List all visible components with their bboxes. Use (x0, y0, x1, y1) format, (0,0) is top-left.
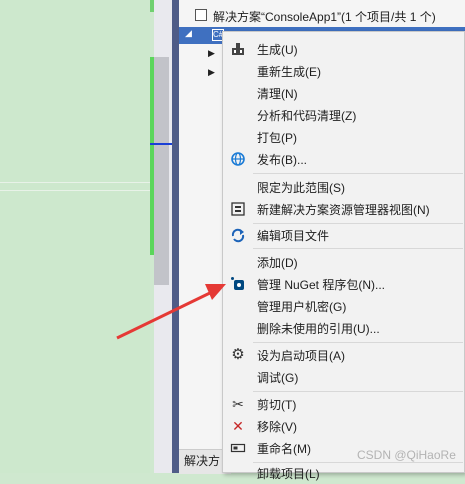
menu-item-edit-project[interactable]: 编辑项目文件 (223, 224, 465, 246)
menu-item-build[interactable]: 生成(U) (223, 38, 465, 60)
menu-item-user-secrets[interactable]: 管理用户机密(G) (223, 295, 465, 317)
menu-separator (253, 342, 463, 343)
pane-splitter[interactable] (172, 0, 179, 473)
menu-item-remove-unused-refs[interactable]: 删除未使用的引用(U)... (223, 317, 465, 339)
context-menu: 生成(U) 重新生成(E) 清理(N) 分析和代码清理(Z) 打包(P) 发布(… (222, 31, 465, 481)
menu-item-label: 剪切(T) (257, 398, 297, 412)
menu-item-label: 管理用户机密(G) (257, 300, 347, 314)
solution-label: 解决方案“ConsoleApp1”(1 个项目/共 1 个) (213, 10, 436, 24)
menu-separator (253, 248, 463, 249)
editor-line (0, 190, 150, 191)
watermark: CSDN @QiHaoRe (357, 448, 456, 462)
menu-item-label: 调试(G) (257, 371, 299, 385)
menu-item-manage-nuget[interactable]: 管理 NuGet 程序包(N)... (223, 273, 465, 295)
solution-explorer-tab-label: 解决方 (184, 454, 221, 468)
menu-item-label: 新建解决方案资源管理器视图(N) (257, 203, 430, 217)
menu-item-label: 卸载项目(L) (257, 467, 320, 481)
menu-item-cut[interactable]: ✂ 剪切(T) (223, 393, 465, 415)
menu-item-label: 编辑项目文件 (257, 229, 330, 243)
globe-icon (230, 151, 246, 167)
menu-item-unload[interactable]: 卸载项目(L) (223, 462, 465, 484)
remove-icon: ✕ (232, 418, 244, 434)
new-view-icon (230, 201, 246, 217)
menu-item-label: 移除(V) (257, 420, 297, 434)
menu-item-pack[interactable]: 打包(P) (223, 126, 465, 148)
menu-item-label: 添加(D) (257, 256, 298, 270)
menu-item-set-startup[interactable]: ⚙ 设为启动项目(A) (223, 344, 465, 366)
menu-item-label: 删除未使用的引用(U)... (257, 322, 380, 336)
caret-marker (150, 143, 172, 145)
menu-item-debug[interactable]: 调试(G) (223, 366, 465, 388)
menu-item-rebuild[interactable]: 重新生成(E) (223, 60, 465, 82)
scissors-icon: ✂ (232, 396, 244, 412)
menu-item-scope[interactable]: 限定为此范围(S) (223, 176, 465, 198)
menu-item-label: 打包(P) (257, 131, 297, 145)
menu-item-label: 管理 NuGet 程序包(N)... (257, 278, 386, 292)
menu-item-label: 分析和代码清理(Z) (257, 109, 357, 123)
editor-area (0, 0, 150, 473)
menu-item-label: 清理(N) (257, 87, 298, 101)
menu-item-remove[interactable]: ✕ 移除(V) (223, 415, 465, 437)
menu-item-publish[interactable]: 发布(B)... (223, 148, 465, 170)
menu-item-label: 设为启动项目(A) (257, 349, 345, 363)
scrollbar-thumb[interactable] (154, 57, 169, 285)
menu-separator (253, 173, 463, 174)
menu-item-analyze[interactable]: 分析和代码清理(Z) (223, 104, 465, 126)
editor-line (0, 182, 150, 183)
gear-icon: ⚙ (231, 346, 245, 363)
menu-item-label: 重新生成(E) (257, 65, 321, 79)
menu-item-label: 发布(B)... (257, 153, 307, 167)
nuget-icon (230, 276, 246, 292)
menu-item-label: 限定为此范围(S) (257, 181, 345, 195)
build-icon (230, 41, 246, 57)
menu-item-label: 重命名(M) (257, 442, 311, 456)
collapse-arrow-icon[interactable]: ◢ (185, 28, 192, 39)
menu-item-clean[interactable]: 清理(N) (223, 82, 465, 104)
menu-item-new-view[interactable]: 新建解决方案资源管理器视图(N) (223, 198, 465, 220)
menu-item-label: 生成(U) (257, 43, 298, 57)
rename-icon (230, 440, 246, 456)
menu-separator (253, 391, 463, 392)
menu-item-add[interactable]: 添加(D) (223, 251, 465, 273)
expand-arrow-icon[interactable]: ▶ (208, 67, 215, 78)
expand-arrow-icon[interactable]: ▶ (208, 48, 215, 59)
edit-project-icon (230, 227, 246, 243)
solution-icon (195, 9, 207, 21)
